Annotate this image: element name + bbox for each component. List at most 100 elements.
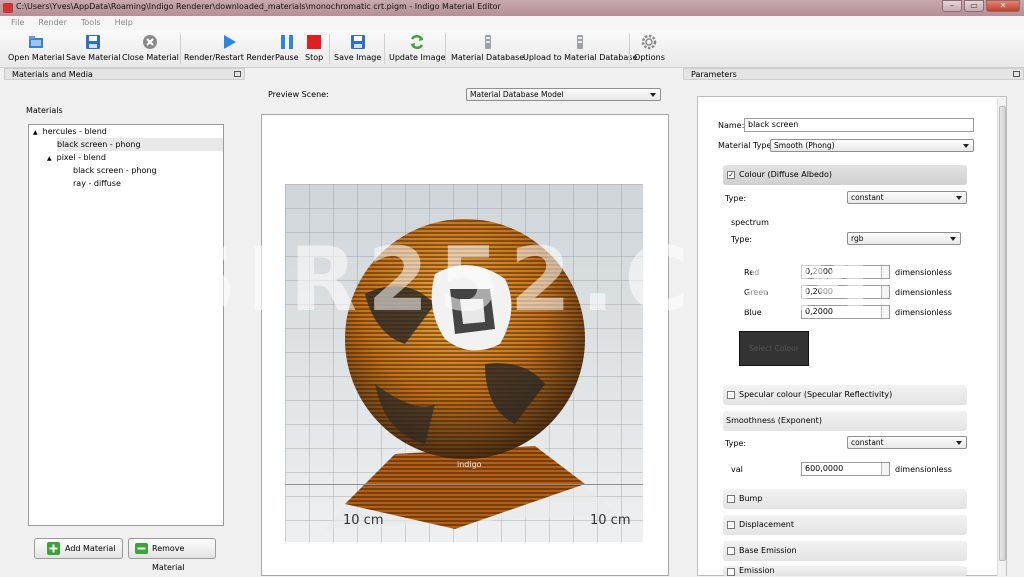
update-image-button[interactable]: Update Image: [389, 32, 446, 62]
expand-arrow-icon[interactable]: ▲: [33, 129, 38, 136]
preview-scene-select[interactable]: Material Database Model: [466, 88, 661, 101]
colour-checkbox[interactable]: ✓: [727, 171, 735, 179]
emission-checkbox[interactable]: [727, 568, 735, 576]
save-material-button[interactable]: Save Material: [66, 32, 121, 62]
maximize-button[interactable]: ▭: [964, 0, 984, 12]
stop-icon: [307, 35, 322, 49]
open-material-button[interactable]: Open Material: [8, 32, 64, 62]
material-sphere-render: 10 cm 10 cm indigo: [285, 184, 643, 542]
blue-spinbox[interactable]: 0,2000: [801, 305, 890, 319]
colour-type-label: Type:: [725, 194, 747, 203]
minus-icon: [135, 543, 148, 554]
render-restart-button[interactable]: Render/Restart Render: [184, 32, 275, 62]
displacement-group-header[interactable]: Displacement: [723, 515, 967, 535]
name-field[interactable]: black screen: [744, 118, 974, 132]
menu-help[interactable]: Help: [108, 16, 140, 30]
save-image-button[interactable]: Save Image: [334, 32, 381, 62]
menu-file[interactable]: File: [4, 16, 31, 30]
specular-checkbox[interactable]: [727, 391, 735, 399]
remove-material-button[interactable]: Remove Material: [128, 538, 216, 572]
bump-group-header[interactable]: Bump: [723, 489, 967, 509]
green-spinbox[interactable]: 0,2000: [801, 285, 890, 299]
select-colour-button[interactable]: Select Colour: [739, 331, 809, 366]
base-emission-checkbox[interactable]: [727, 547, 735, 555]
tree-item-black-screen-2[interactable]: black screen - phong: [73, 164, 157, 177]
colour-group-header[interactable]: ✓ Colour (Diffuse Albedo): [723, 165, 967, 185]
play-icon: [224, 35, 237, 49]
specular-group-header[interactable]: Specular colour (Specular Reflectivity): [723, 385, 967, 405]
material-database-button[interactable]: Material Database: [451, 32, 524, 62]
materials-label: Materials: [26, 106, 63, 115]
menu-tools[interactable]: Tools: [74, 16, 108, 30]
base-emission-group-header[interactable]: Base Emission: [723, 541, 967, 561]
render-preview-image: 10 cm 10 cm indigo: [285, 184, 643, 542]
green-label: Green: [744, 288, 769, 297]
tree-item-black-screen[interactable]: black screen - phong: [57, 138, 223, 151]
database-icon: [484, 35, 491, 49]
spin-arrows-icon[interactable]: [881, 266, 889, 278]
spectrum-type-select[interactable]: rgb: [847, 232, 961, 245]
chevron-down-icon: [963, 144, 969, 148]
toolbar-separator: [629, 34, 630, 64]
materials-tree[interactable]: ▲ hercules - blend black screen - phong ▲…: [28, 124, 224, 526]
red-spinbox[interactable]: 0,2000: [801, 265, 890, 279]
scrollbar-thumb[interactable]: [999, 106, 1006, 561]
spectrum-type-label: Type:: [731, 235, 753, 244]
colour-type-select[interactable]: constant: [847, 191, 967, 204]
window-controls: – ▭ ✕: [942, 0, 1020, 12]
smoothness-type-label: Type:: [725, 439, 747, 448]
tree-item-pixel[interactable]: ▲ pixel - blend: [47, 151, 106, 164]
close-material-button[interactable]: Close Material: [122, 32, 179, 62]
material-type-label: Material Type:: [718, 141, 775, 150]
stop-button[interactable]: Stop: [305, 32, 323, 62]
spin-arrows-icon[interactable]: [881, 306, 889, 318]
spin-arrows-icon[interactable]: [881, 463, 889, 475]
minimize-button[interactable]: –: [942, 0, 962, 12]
material-type-select[interactable]: Smooth (Phong): [770, 139, 974, 152]
val-spinbox[interactable]: 600,0000: [801, 462, 890, 476]
options-button[interactable]: Options: [634, 32, 665, 62]
refresh-icon: [411, 34, 424, 50]
upload-database-icon: [577, 35, 584, 49]
gear-icon: [642, 34, 657, 50]
close-window-button[interactable]: ✕: [986, 0, 1020, 12]
add-material-button[interactable]: Add Material: [34, 538, 123, 559]
toolbar: Open Material Save Material Close Materi…: [0, 30, 1024, 68]
preview-scene-label: Preview Scene:: [268, 90, 329, 99]
tree-item-ray[interactable]: ray - diffuse: [73, 177, 121, 190]
pause-icon: [280, 35, 293, 49]
smoothness-type-select[interactable]: constant: [847, 436, 967, 449]
floppy-icon: [86, 35, 101, 49]
menu-render[interactable]: Render: [31, 16, 73, 30]
ruler-label-left: 10 cm: [343, 513, 384, 528]
menu-bar: File Render Tools Help: [0, 16, 1024, 30]
green-unit: dimensionless: [895, 288, 952, 297]
red-label: Red: [744, 268, 760, 277]
panel-float-icon[interactable]: [1013, 71, 1020, 77]
chevron-down-icon: [956, 196, 962, 200]
toolbar-separator: [445, 34, 446, 64]
panel-float-icon[interactable]: [234, 71, 241, 77]
blue-unit: dimensionless: [895, 308, 952, 317]
indigo-logo-text: indigo: [457, 460, 482, 469]
title-bar: C:\Users\Yves\AppData\Roaming\Indigo Ren…: [0, 0, 1024, 16]
smoothness-group-header: Smoothness (Exponent): [723, 411, 967, 431]
upload-database-button[interactable]: Upload to Material Database: [523, 32, 637, 62]
pause-button[interactable]: Pause: [275, 32, 299, 62]
displacement-checkbox[interactable]: [727, 521, 735, 529]
blue-label: Blue: [744, 308, 762, 317]
expand-arrow-icon[interactable]: ▲: [47, 155, 52, 162]
tree-item-hercules[interactable]: ▲ hercules - blend: [33, 125, 107, 138]
chevron-down-icon: [956, 441, 962, 445]
materials-panel-title: Materials and Media: [4, 68, 245, 80]
parameters-panel-title: Parameters: [683, 68, 1024, 80]
name-label: Name:: [718, 121, 745, 130]
spin-arrows-icon[interactable]: [881, 286, 889, 298]
val-label: val: [731, 465, 743, 474]
parameters-scrollbar[interactable]: [997, 98, 1006, 576]
red-unit: dimensionless: [895, 268, 952, 277]
emission-group-header[interactable]: Emission: [723, 566, 967, 576]
bump-checkbox[interactable]: [727, 495, 735, 503]
chevron-down-icon: [650, 93, 656, 97]
toolbar-separator: [329, 34, 330, 64]
